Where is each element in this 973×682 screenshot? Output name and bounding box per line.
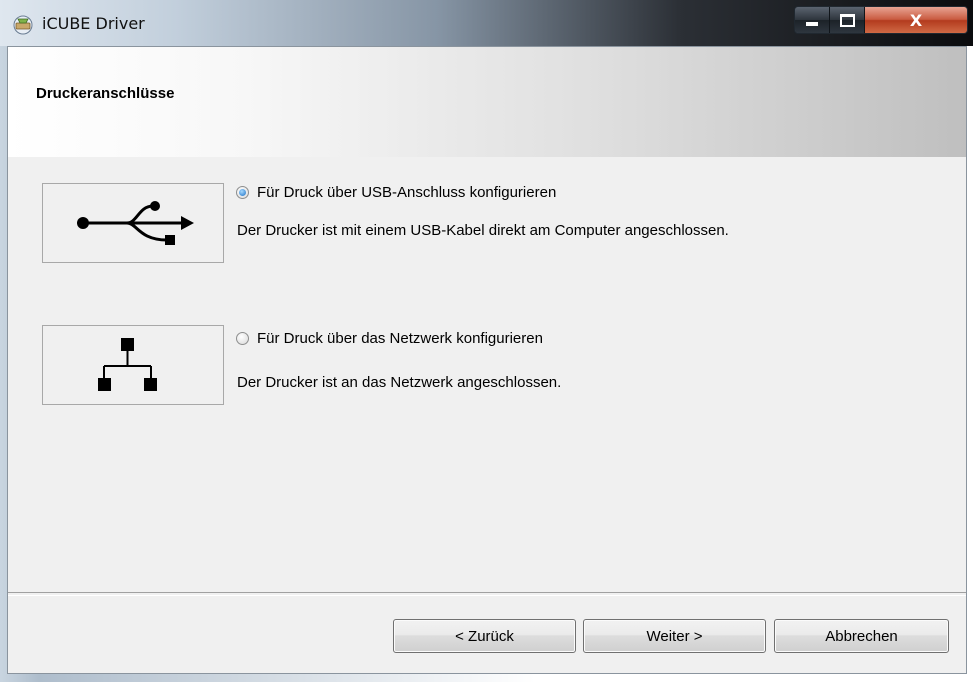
usb-picture-box [42,183,224,263]
footer-separator [8,592,966,596]
radio-usb-option[interactable]: Für Druck über USB-Anschluss konfigurier… [236,184,556,201]
network-description: Der Drucker ist an das Netzwerk angeschl… [237,374,562,391]
radio-network-option[interactable]: Für Druck über das Netzwerk konfiguriere… [236,330,543,347]
network-icon [98,338,157,391]
maximize-button[interactable] [830,7,865,33]
radio-network-label[interactable]: Für Druck über das Netzwerk konfiguriere… [257,330,543,347]
maximize-icon [839,13,855,27]
window-title: iCUBE Driver [42,14,145,33]
radio-usb[interactable] [236,186,249,199]
next-button[interactable]: Weiter > [583,619,766,653]
back-button[interactable]: < Zurück [393,619,576,653]
close-button[interactable]: X [865,7,967,33]
minimize-button[interactable] [795,7,830,33]
network-picture-box [42,325,224,405]
cancel-button[interactable]: Abbrechen [774,619,949,653]
page-title: Druckeranschlüsse [36,85,175,102]
caption-buttons: X [794,6,968,34]
radio-network[interactable] [236,332,249,345]
usb-icon [77,201,194,245]
radio-usb-label[interactable]: Für Druck über USB-Anschluss konfigurier… [257,184,556,201]
close-icon: X [909,10,923,30]
installer-window: iCUBE Driver X Druckeranschlüsse Für Dru… [0,0,973,682]
title-bar[interactable]: iCUBE Driver X [0,0,973,46]
usb-description: Der Drucker ist mit einem USB-Kabel dire… [237,222,729,239]
installer-app-icon [13,15,33,35]
wizard-header: Druckeranschlüsse [8,47,966,158]
wizard-client-area: Druckeranschlüsse Für Druck über USB-Ans… [7,46,967,674]
minimize-icon [806,22,818,26]
